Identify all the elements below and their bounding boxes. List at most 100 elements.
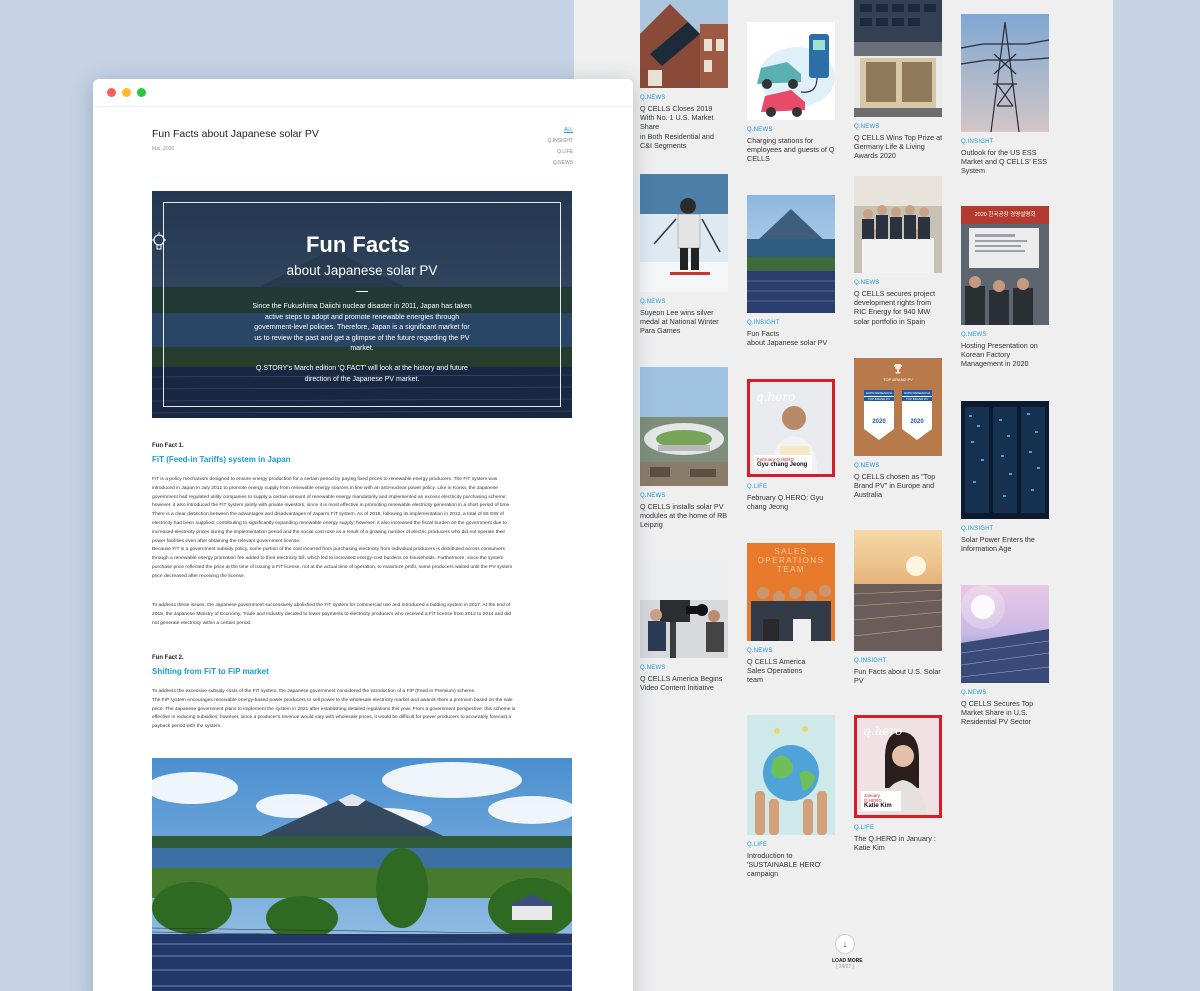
filter-news[interactable]: Q.NEWS xyxy=(547,158,573,169)
grid-card[interactable]: Q.NEWS Charging stations for employees a… xyxy=(747,22,839,164)
grid-card[interactable]: Q.NEWS Q CELLS Wins Top Prize at Germany… xyxy=(854,0,946,161)
card-title[interactable]: Q CELLS Wins Top Prize at Germany Life &… xyxy=(854,133,946,161)
card-category[interactable]: Q.INSIGHT xyxy=(961,139,1053,145)
card-thumbnail[interactable] xyxy=(747,195,835,313)
card-thumbnail[interactable] xyxy=(961,14,1049,132)
card-title[interactable]: Introduction to 'SUSTAINABLE HERO' campa… xyxy=(747,851,839,879)
card-title[interactable]: Charging stations for employees and gues… xyxy=(747,136,839,164)
article-title: Fun Facts about Japanese solar PV xyxy=(152,128,319,140)
hero-badge-month: January Q.HERO xyxy=(864,793,882,803)
card-category[interactable]: Q.INSIGHT xyxy=(961,526,1053,532)
card-category[interactable]: Q.LIFE xyxy=(747,842,839,848)
q-hero-script: q.hero xyxy=(863,724,903,738)
maximize-window-button[interactable] xyxy=(137,88,146,97)
card-title[interactable]: Suyeon Lee wins silver medal at National… xyxy=(640,308,732,336)
grid-card[interactable]: Q.NEWS Q CELLS installs solar PV modules… xyxy=(640,367,732,530)
grid-card[interactable]: Q.NEWS Q CELLS secures project developme… xyxy=(854,176,946,326)
close-window-button[interactable] xyxy=(107,88,116,97)
card-category[interactable]: Q.INSIGHT xyxy=(854,658,946,664)
card-title[interactable]: Q CELLS Secures Top Market Share in U.S.… xyxy=(961,699,1053,727)
card-title[interactable]: Solar Power Enters the Information Age xyxy=(961,535,1053,553)
arrow-down-icon[interactable]: ↓ xyxy=(835,934,855,954)
grid-card[interactable]: Q.NEWS Q CELLS Closes 2019 With No. 1 U.… xyxy=(640,0,732,150)
award-shield-left: EUPD RESEARCH TOP BRAND PV 2020 xyxy=(864,390,894,440)
grid-card[interactable]: Q.NEWS Q CELLS America Begins Video Cont… xyxy=(640,560,732,692)
grid-card[interactable]: TOP BRAND PV EUPD RESEARCH TOP BRAND PV … xyxy=(854,358,946,500)
card-title[interactable]: Q CELLS America Begins Video Content Ini… xyxy=(640,674,732,692)
card-category[interactable]: Q.NEWS xyxy=(961,690,1053,696)
award-heading: TOP BRAND PV xyxy=(883,377,913,382)
fact-1-heading: FiT (Feed-in Tariffs) system in Japan xyxy=(152,455,291,464)
grid-card[interactable]: 2020 한국공장 경영설명회 Q.NEWS Hosting Presentat… xyxy=(961,206,1053,369)
card-category[interactable]: Q.INSIGHT xyxy=(747,320,839,326)
card-title[interactable]: Fun Facts about U.S. Solar PV xyxy=(854,667,946,685)
fact-1-paragraph-1: FiT is a policy mechanism designed to en… xyxy=(152,477,513,579)
load-more-button[interactable]: ↓ LOAD MORE ( 24/27 ) xyxy=(832,934,863,970)
card-thumbnail[interactable] xyxy=(854,530,942,651)
filter-insight[interactable]: Q.INSIGHT xyxy=(547,136,573,147)
card-category[interactable]: Q.NEWS xyxy=(640,299,732,305)
mountain-solar-photo xyxy=(152,758,572,991)
card-thumbnail[interactable] xyxy=(640,174,728,292)
grid-card[interactable]: q.hero February Q.HERO Gyu chang Jeong Q… xyxy=(747,379,839,511)
card-title[interactable]: Q CELLS installs solar PV modules at the… xyxy=(640,502,732,530)
grid-card[interactable]: q.hero January Q.HERO Katie Kim Q.LIFE T… xyxy=(854,715,946,852)
card-thumbnail[interactable]: TOP BRAND PV EUPD RESEARCH TOP BRAND PV … xyxy=(854,358,942,456)
card-title[interactable]: Q CELLS Closes 2019 With No. 1 U.S. Mark… xyxy=(640,104,732,150)
card-title[interactable]: Fun Facts about Japanese solar PV xyxy=(747,329,839,347)
card-thumbnail[interactable] xyxy=(640,367,728,486)
card-category[interactable]: Q.NEWS xyxy=(640,95,732,101)
grid-card[interactable]: Q.INSIGHT Fun Facts about U.S. Solar PV xyxy=(854,530,946,685)
grid-card[interactable]: Q.NEWS Suyeon Lee wins silver medal at N… xyxy=(640,174,732,336)
card-title[interactable]: Q CELLS chosen as "Top Brand PV" in Euro… xyxy=(854,472,946,500)
card-thumbnail[interactable]: q.hero January Q.HERO Katie Kim xyxy=(854,715,942,818)
card-category[interactable]: Q.NEWS xyxy=(961,332,1053,338)
card-thumbnail[interactable] xyxy=(854,176,942,273)
card-title[interactable]: The Q.HERO in January : Katie Kim xyxy=(854,834,946,852)
card-category[interactable]: Q.NEWS xyxy=(640,493,732,499)
event-sign-text: 2020 한국공장 경영설명회 xyxy=(974,212,1036,218)
card-thumbnail[interactable] xyxy=(961,585,1049,683)
fact-2-heading: Shifting from FiT to FiP market xyxy=(152,667,269,676)
card-thumbnail[interactable] xyxy=(640,0,728,88)
card-thumbnail[interactable]: SALES OPERATIONS TEAM xyxy=(747,543,835,641)
card-category[interactable]: Q.LIFE xyxy=(854,825,946,831)
hero-intro-2: Q.STORY's March edition 'Q.FACT' will lo… xyxy=(256,365,468,383)
card-category[interactable]: Q.NEWS xyxy=(747,648,839,654)
minimize-window-button[interactable] xyxy=(122,88,131,97)
hero-badge-name: Katie Kim xyxy=(864,803,892,809)
browser-window: Fun Facts about Japanese solar PV Mar, 2… xyxy=(93,79,633,991)
q-hero-script: q.hero xyxy=(756,390,796,404)
card-category[interactable]: Q.NEWS xyxy=(854,280,946,286)
card-thumbnail[interactable]: 2020 한국공장 경영설명회 xyxy=(961,206,1049,325)
card-title[interactable]: Hosting Presentation on Korean Factory M… xyxy=(961,341,1053,369)
card-thumbnail[interactable] xyxy=(747,715,835,835)
grid-card[interactable]: Q.NEWS Q CELLS Secures Top Market Share … xyxy=(961,585,1053,727)
card-thumbnail[interactable] xyxy=(747,22,835,120)
grid-card[interactable]: Q.INSIGHT Solar Power Enters the Informa… xyxy=(961,401,1053,553)
grid-card[interactable]: Q.INSIGHT Fun Facts about Japanese solar… xyxy=(747,195,839,347)
card-category[interactable]: Q.NEWS xyxy=(854,124,946,130)
hero-badge-name: Gyu chang Jeong xyxy=(757,462,808,468)
filter-life[interactable]: Q.LIFE xyxy=(547,147,573,158)
card-category[interactable]: Q.NEWS xyxy=(854,463,946,469)
grid-card[interactable]: SALES OPERATIONS TEAM Q.NEWS Q CELLS Ame… xyxy=(747,543,839,685)
article-date: Mar, 2020 xyxy=(152,146,175,152)
card-thumbnail[interactable] xyxy=(640,560,728,658)
card-thumbnail[interactable] xyxy=(961,401,1049,519)
category-filter: ALL Q.INSIGHT Q.LIFE Q.NEWS xyxy=(547,125,573,169)
card-thumbnail[interactable] xyxy=(854,0,942,117)
card-thumbnail[interactable]: q.hero February Q.HERO Gyu chang Jeong xyxy=(747,379,835,477)
grid-card[interactable]: Q.INSIGHT Outlook for the US ESS Market … xyxy=(961,14,1053,176)
hero-badge: February Q.HERO Gyu chang Jeong xyxy=(754,455,812,470)
card-category[interactable]: Q.NEWS xyxy=(640,665,732,671)
card-category[interactable]: Q.NEWS xyxy=(747,127,839,133)
hero-title: Fun Facts xyxy=(152,232,572,258)
card-title[interactable]: Q CELLS secures project development righ… xyxy=(854,289,946,326)
card-title[interactable]: Q CELLS America Sales Operations team xyxy=(747,657,839,685)
card-category[interactable]: Q.LIFE xyxy=(747,484,839,490)
grid-card[interactable]: Q.LIFE Introduction to 'SUSTAINABLE HERO… xyxy=(747,715,839,879)
card-title[interactable]: Outlook for the US ESS Market and Q CELL… xyxy=(961,148,1053,176)
card-title[interactable]: February Q.HERO: Gyu chang Jeong xyxy=(747,493,839,511)
filter-all[interactable]: ALL xyxy=(547,125,573,136)
